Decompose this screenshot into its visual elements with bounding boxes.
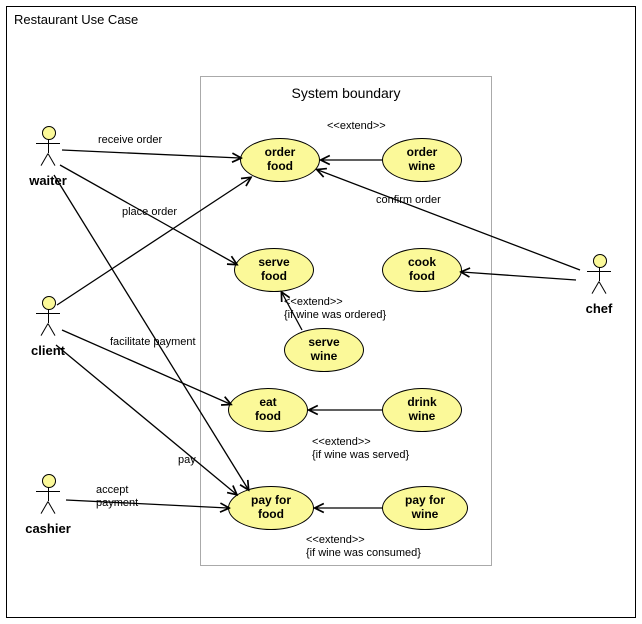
edge-label-receive-order: receive order xyxy=(98,134,162,147)
usecase-drink-wine: drink wine xyxy=(382,388,462,432)
usecase-order-wine: order wine xyxy=(382,138,462,182)
actor-chef: chef xyxy=(574,254,624,316)
actor-client-label: client xyxy=(23,343,73,358)
stick-figure-icon xyxy=(33,126,63,172)
stick-figure-icon xyxy=(33,474,63,520)
actor-waiter: waiter xyxy=(23,126,73,188)
edge-label-accept-payment: accept payment xyxy=(96,484,138,509)
edge-label-place-order: place order xyxy=(122,206,177,219)
stick-figure-icon xyxy=(584,254,614,300)
edge-label-confirm-order: confirm order xyxy=(376,194,441,207)
diagram-canvas: Restaurant Use Case System boundary wait… xyxy=(0,0,642,624)
system-boundary-label: System boundary xyxy=(201,85,491,101)
usecase-order-food: order food xyxy=(240,138,320,182)
edge-label-pay: pay xyxy=(178,454,196,467)
edge-label-extend-3: <<extend>> {if wine was served} xyxy=(312,436,409,461)
usecase-cook-food: cook food xyxy=(382,248,462,292)
actor-chef-label: chef xyxy=(574,301,624,316)
usecase-eat-food: eat food xyxy=(228,388,308,432)
actor-waiter-label: waiter xyxy=(23,173,73,188)
edge-label-extend-1: <<extend>> xyxy=(327,120,386,133)
actor-cashier-label: cashier xyxy=(23,521,73,536)
stick-figure-icon xyxy=(33,296,63,342)
edge-label-facilitate-payment: facilitate payment xyxy=(110,336,196,349)
diagram-title: Restaurant Use Case xyxy=(14,12,138,27)
usecase-serve-wine: serve wine xyxy=(284,328,364,372)
usecase-pay-for-wine: pay for wine xyxy=(382,486,468,530)
edge-label-extend-2: <<extend>> {if wine was ordered} xyxy=(284,296,386,321)
actor-client: client xyxy=(23,296,73,358)
usecase-pay-for-food: pay for food xyxy=(228,486,314,530)
actor-cashier: cashier xyxy=(23,474,73,536)
usecase-serve-food: serve food xyxy=(234,248,314,292)
edge-label-extend-4: <<extend>> {if wine was consumed} xyxy=(306,534,421,559)
